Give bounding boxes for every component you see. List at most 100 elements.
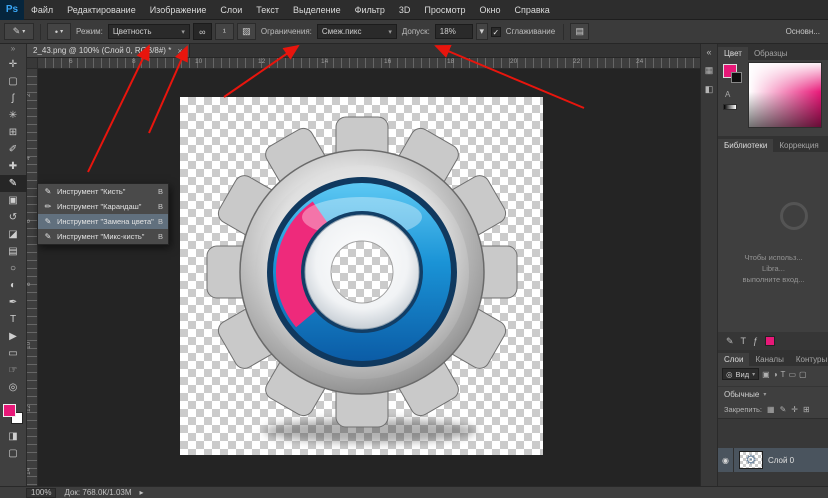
filter-shape-icon[interactable]: ▭: [788, 370, 796, 379]
close-icon[interactable]: ×: [177, 46, 182, 56]
type-icon: T: [10, 314, 16, 325]
ruler-vertical[interactable]: 2 4 6 8 10 12 14: [27, 69, 38, 486]
shape-tool[interactable]: ▭: [0, 345, 27, 362]
brush-panel-icon[interactable]: ✎: [726, 336, 734, 347]
tab-paths[interactable]: Контуры: [790, 353, 828, 366]
healing-brush-tool[interactable]: ✚: [0, 158, 27, 175]
lasso-tool[interactable]: ʃ: [0, 90, 27, 107]
quick-selection-tool[interactable]: ✳: [0, 107, 27, 124]
brush-tool[interactable]: ✎: [0, 175, 27, 192]
ruler-label: 18: [447, 58, 454, 65]
screen-mode-button[interactable]: ▢: [0, 445, 27, 462]
filter-pixel-icon[interactable]: ▣: [762, 370, 770, 379]
quick-mask-icon: ◨: [8, 431, 17, 442]
limits-select[interactable]: Смеж.пикс ▾: [317, 24, 397, 39]
hand-tool[interactable]: ☞: [0, 362, 27, 379]
type-color-icon[interactable]: А: [725, 90, 730, 99]
blend-mode-select[interactable]: Обычные: [724, 390, 759, 399]
eyedropper-tool[interactable]: ✐: [0, 141, 27, 158]
foreground-color-swatch[interactable]: [3, 404, 16, 417]
sampling-continuous-button[interactable]: ∞: [193, 23, 212, 40]
ramp-icon[interactable]: [723, 104, 737, 110]
gradient-tool[interactable]: ▤: [0, 243, 27, 260]
path-selection-tool[interactable]: ▶: [0, 328, 27, 345]
filter-adjustment-icon[interactable]: ◑: [773, 370, 778, 379]
lock-pixels-icon[interactable]: ✎: [780, 405, 787, 414]
tolerance-field[interactable]: 18%: [435, 24, 473, 39]
flyout-item-brush[interactable]: ✎ Инструмент "Кисть" B: [38, 184, 168, 199]
history-brush-tool[interactable]: ↺: [0, 209, 27, 226]
type-panel-icon[interactable]: T: [741, 336, 747, 346]
panel-columns-icon[interactable]: ◧: [705, 84, 714, 95]
ruler-horizontal[interactable]: 6 8 10 12 14 16 18 20 22 24: [38, 58, 700, 69]
brush-picker-button[interactable]: • ▾: [47, 23, 71, 40]
creative-cloud-icon: [780, 202, 808, 230]
menu-file[interactable]: Файл: [24, 5, 60, 15]
layer-thumbnail[interactable]: ⚙: [739, 451, 763, 469]
sampling-once-button[interactable]: ¹: [215, 23, 234, 40]
tool-preset-button[interactable]: ✎ ▾: [4, 23, 34, 40]
zoom-tool[interactable]: ◎: [0, 379, 27, 396]
workspace-switcher[interactable]: Основн...: [786, 27, 824, 36]
hand-icon: ☞: [9, 365, 18, 376]
lock-transparency-icon[interactable]: ▦: [767, 405, 775, 414]
eraser-tool[interactable]: ◪: [0, 226, 27, 243]
menu-filter[interactable]: Фильтр: [348, 5, 392, 15]
lock-all-icon[interactable]: ⊞: [803, 405, 810, 414]
visibility-toggle[interactable]: ◉: [718, 448, 734, 472]
flyout-item-pencil[interactable]: ✏ Инструмент "Карандаш" B: [38, 199, 168, 214]
menu-window[interactable]: Окно: [473, 5, 508, 15]
status-bar: 100% Док: 768.0К/1.03М ▸: [0, 486, 828, 498]
document-tab[interactable]: 2_43.png @ 100% (Слой 0, RGB/8#) * ×: [27, 44, 190, 57]
layer-name[interactable]: Слой 0: [768, 456, 794, 465]
dodge-tool[interactable]: ◐: [0, 277, 27, 294]
menu-type[interactable]: Текст: [249, 5, 286, 15]
fx-panel-icon[interactable]: ƒ: [753, 336, 758, 346]
menu-image[interactable]: Изображение: [143, 5, 214, 15]
canvas-area[interactable]: [38, 69, 700, 486]
quick-mask-button[interactable]: ◨: [0, 428, 27, 445]
move-tool[interactable]: ✛: [0, 56, 27, 73]
crop-tool[interactable]: ⊞: [0, 124, 27, 141]
menu-select[interactable]: Выделение: [286, 5, 348, 15]
zoom-level-field[interactable]: 100%: [26, 488, 56, 498]
lock-position-icon[interactable]: ✛: [791, 405, 798, 414]
antialias-checkbox[interactable]: ✓ Сглаживание: [491, 27, 557, 37]
tolerance-dropdown-button[interactable]: ▾: [476, 23, 488, 40]
tab-color[interactable]: Цвет: [718, 47, 748, 60]
flyout-item-mixer-brush[interactable]: ✎ Инструмент "Микс-кисть" B: [38, 229, 168, 244]
tab-layers[interactable]: Слои: [718, 353, 749, 366]
layer-row[interactable]: ◉ ⚙ Слой 0: [718, 448, 828, 472]
tab-libraries[interactable]: Библиотеки: [718, 139, 773, 152]
marquee-tool[interactable]: ▢: [0, 73, 27, 90]
panel-grid-icon[interactable]: ▦: [705, 65, 714, 76]
tab-adjustments[interactable]: Коррекция: [773, 139, 824, 152]
background-color-well[interactable]: [731, 72, 742, 83]
brush-settings-button[interactable]: ▤: [570, 23, 589, 40]
color-chip[interactable]: [765, 336, 775, 346]
menu-3d[interactable]: 3D: [392, 5, 418, 15]
flyout-item-color-replacement[interactable]: ✎ Инструмент "Замена цвета" B: [38, 214, 168, 229]
menu-edit[interactable]: Редактирование: [60, 5, 143, 15]
blur-tool[interactable]: ○: [0, 260, 27, 277]
type-tool[interactable]: T: [0, 311, 27, 328]
layer-filter-select[interactable]: ◎ Вид ▾: [722, 368, 759, 380]
collapse-panels-icon[interactable]: «: [706, 47, 711, 57]
mode-select[interactable]: Цветность ▾: [108, 24, 190, 39]
expand-panel-icon[interactable]: »: [0, 44, 26, 56]
menu-view[interactable]: Просмотр: [417, 5, 472, 15]
filter-type-icon[interactable]: T: [781, 370, 786, 379]
image-artboard[interactable]: [180, 97, 543, 455]
filter-smart-icon[interactable]: ▢: [799, 370, 807, 379]
status-menu-arrow-icon[interactable]: ▸: [140, 488, 144, 497]
tab-channels[interactable]: Каналы: [749, 353, 789, 366]
clone-stamp-tool[interactable]: ▣: [0, 192, 27, 209]
color-picker-field[interactable]: [748, 62, 822, 128]
ruler-label: 8: [27, 282, 32, 286]
tab-swatches[interactable]: Образцы: [748, 47, 794, 60]
crop-icon: ⊞: [9, 127, 17, 138]
menu-layers[interactable]: Слои: [213, 5, 249, 15]
sampling-background-button[interactable]: ▨: [237, 23, 256, 40]
menu-help[interactable]: Справка: [507, 5, 556, 15]
pen-tool[interactable]: ✒: [0, 294, 27, 311]
